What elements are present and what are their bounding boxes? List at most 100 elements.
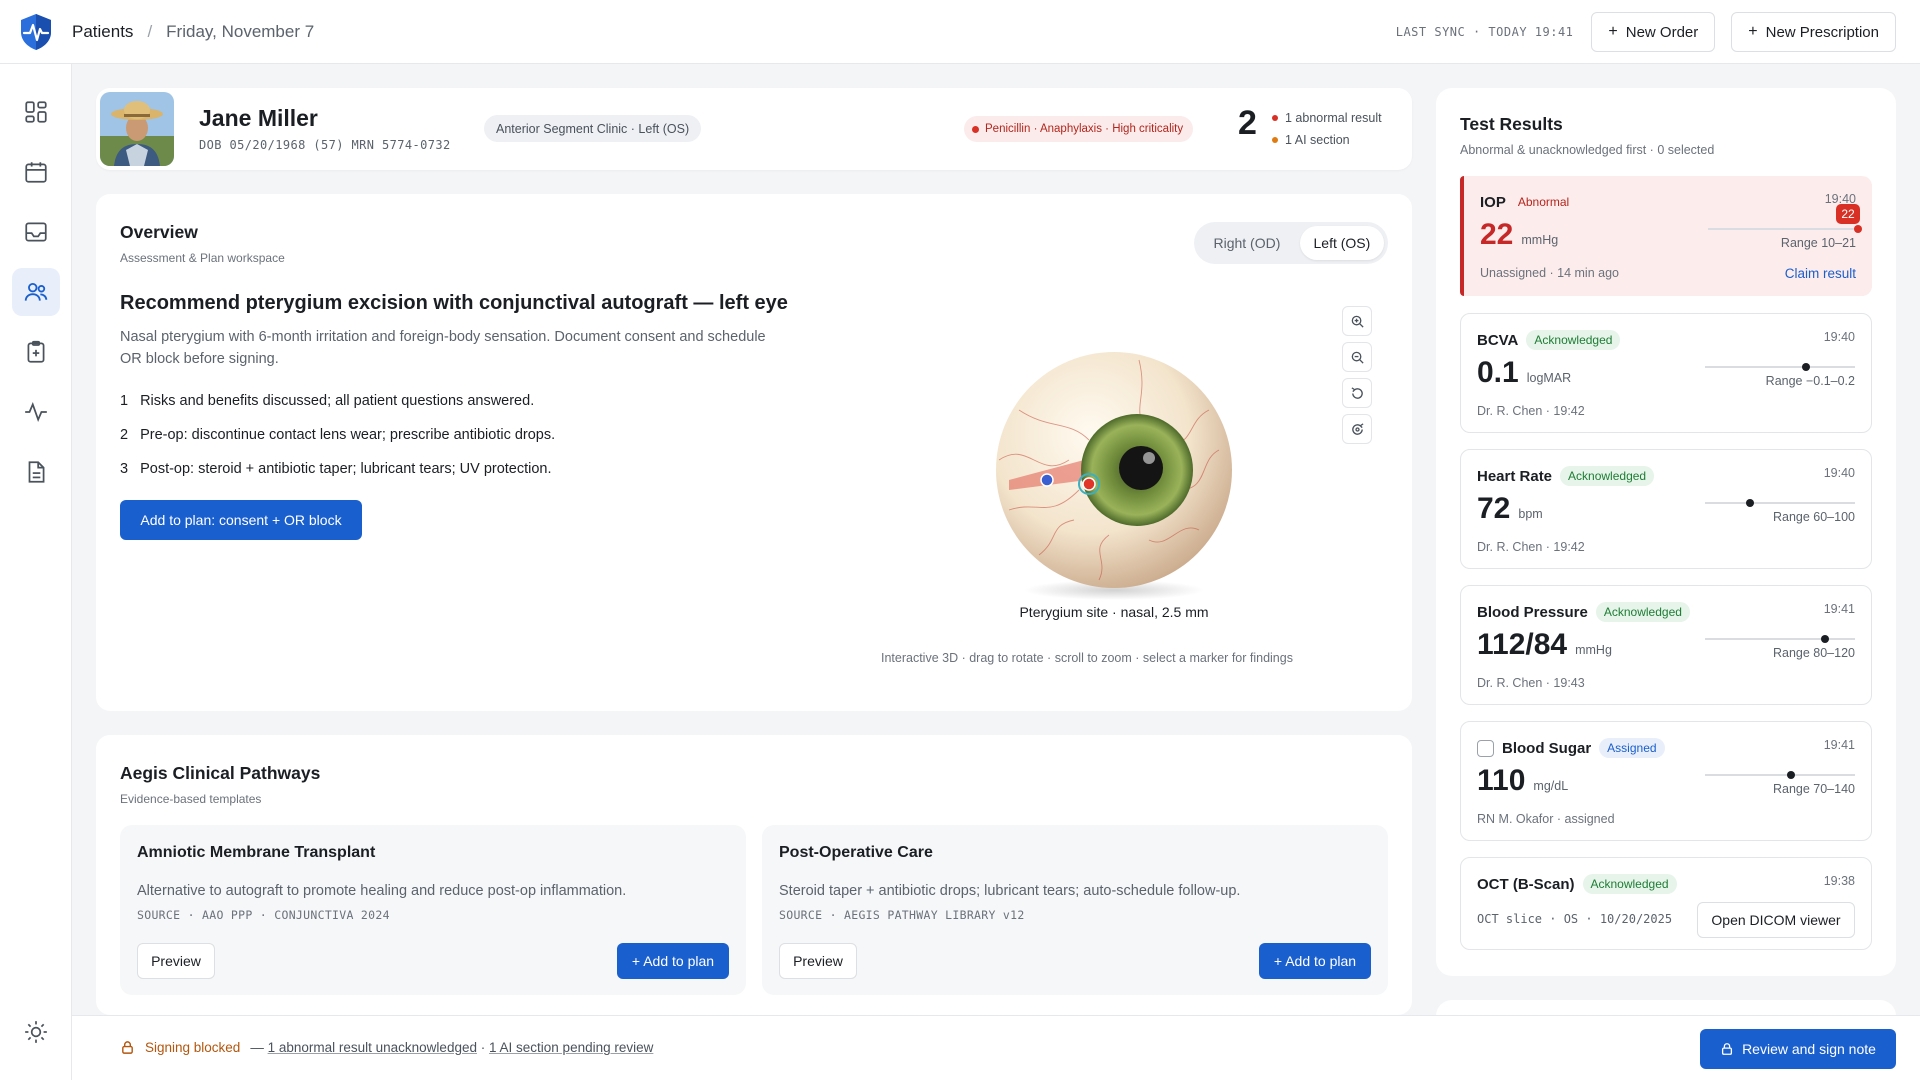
result-range: Range −0.1–0.2 [1765, 374, 1855, 388]
patient-header: Jane Miller DOB 05/20/1968 (57) MRN 5774… [96, 88, 1412, 170]
result-range: Range 70–140 [1772, 782, 1855, 796]
result-footer: Dr. R. Chen · 19:43 [1477, 676, 1585, 690]
result-name: Blood Sugar Assigned [1477, 738, 1665, 758]
sidebar-item-orders[interactable] [12, 328, 60, 376]
range-track [1705, 363, 1855, 371]
pathway-source: SOURCE · AAO PPP · CONJUNCTIVA 2024 [137, 908, 390, 922]
sidebar-item-patients[interactable] [12, 268, 60, 316]
activity-icon [25, 402, 47, 422]
result-value: 22 mmHg [1480, 218, 1558, 252]
zoom-out-button[interactable] [1342, 342, 1372, 372]
result-footer: RN M. Okafor · assigned [1477, 812, 1615, 826]
new-order-label: New Order [1625, 23, 1699, 41]
add-to-plan-button[interactable]: + Add to plan [1259, 943, 1371, 979]
result-value-number: 22 [1480, 218, 1514, 251]
value-pin: 22 [1836, 204, 1860, 224]
add-to-plan-button[interactable]: + Add to plan [617, 943, 729, 979]
range-track [1705, 635, 1855, 643]
sidebar-nav [0, 64, 72, 1080]
result-time: 19:40 [1823, 330, 1855, 344]
result-card-oct[interactable]: OCT (B-Scan) Acknowledged 19:38 OCT slic… [1460, 857, 1872, 950]
select-checkbox[interactable] [1477, 739, 1494, 757]
lock-icon [122, 1041, 133, 1054]
signing-status-bar: Signing blocked — 1 abnormal result unac… [72, 1015, 1920, 1080]
status-badge: Acknowledged [1560, 466, 1655, 486]
sidebar-item-documents[interactable] [12, 448, 60, 496]
open-dicom-viewer-button[interactable]: Open DICOM viewer [1697, 902, 1855, 938]
breadcrumb: Patients / Friday, November 7 [72, 22, 314, 42]
result-value: 110 mg/dL [1477, 764, 1568, 798]
result-name: BCVA Acknowledged [1477, 330, 1621, 350]
range-marker [1854, 225, 1862, 233]
clinic-pill: Anterior Segment Clinic · Left (OS) [484, 115, 702, 142]
app-logo-icon[interactable] [0, 0, 72, 64]
theme-toggle-button[interactable] [12, 1008, 60, 1056]
results-title: Test Results [1460, 114, 1563, 134]
sidebar-item-inbox[interactable] [12, 208, 60, 256]
result-value-number: 0.1 [1477, 356, 1519, 389]
alert-dot-icon [1272, 115, 1278, 121]
top-bar: Patients / Friday, November 7 LAST SYNC … [0, 0, 1920, 64]
result-card-heart-rate[interactable]: Heart Rate Acknowledged 19:40 72 bpm Ran… [1460, 449, 1872, 569]
step-text: Post-op: steroid + antibiotic taper; lub… [140, 461, 552, 477]
result-value-number: 112/84 [1477, 628, 1568, 661]
pathway-title: Post-Operative Care [779, 844, 933, 861]
step-text: Risks and benefits discussed; all patien… [140, 393, 535, 409]
sidebar-item-dashboard[interactable] [12, 88, 60, 136]
patient-name: Jane Miller [199, 105, 318, 131]
result-range: Range 80–120 [1772, 646, 1855, 660]
review-and-sign-button[interactable]: Review and sign note [1700, 1029, 1896, 1069]
tab-left-eye[interactable]: Left (OS) [1299, 226, 1384, 260]
plan-step: 2 Pre-op: discontinue contact lens wear; … [120, 418, 555, 452]
sidebar-item-vitals[interactable] [12, 388, 60, 436]
result-card-iop[interactable]: IOP Abnormal 19:40 22 mmHg 22 Range 10–2… [1460, 176, 1872, 296]
alert-ai: 1 AI section [1285, 133, 1350, 147]
pathway-title: Amniotic Membrane Transplant [137, 844, 376, 861]
plus-icon: + [1608, 23, 1618, 40]
add-to-plan-button[interactable]: Add to plan: consent + OR block [120, 500, 362, 540]
orbit-icon [1351, 422, 1363, 435]
claim-result-link[interactable]: Claim result [1785, 266, 1856, 281]
blocking-reasons: — 1 abnormal result unacknowledged · 1 A… [250, 1040, 653, 1055]
result-card-blood-pressure[interactable]: Blood Pressure Acknowledged 19:41 112/84… [1460, 585, 1872, 705]
breadcrumb-patients-link[interactable]: Patients [72, 22, 133, 42]
viewer-hint: Interactive 3D · drag to rotate · scroll… [881, 651, 1293, 665]
oct-meta: OCT slice · OS · 10/20/2025 [1477, 912, 1673, 926]
new-prescription-button[interactable]: + New Prescription [1731, 12, 1896, 52]
eye-side-toggle: Right (OD) Left (OS) [1194, 222, 1388, 264]
range-track [1705, 499, 1855, 507]
zoom-in-button[interactable] [1342, 306, 1372, 336]
signing-blocked-status: Signing blocked — 1 abnormal result unac… [120, 1040, 653, 1055]
pathway-source: SOURCE · AEGIS PATHWAY LIBRARY v12 [779, 908, 1025, 922]
preview-button[interactable]: Preview [779, 943, 857, 979]
new-order-button[interactable]: + New Order [1591, 12, 1716, 52]
tab-right-eye[interactable]: Right (OD) [1198, 226, 1296, 260]
ai-section-pending-link[interactable]: 1 AI section pending review [489, 1040, 653, 1055]
range-marker [1746, 499, 1754, 507]
calendar-icon [25, 162, 47, 183]
alert-summary[interactable]: 1 abnormal result 1 AI section [1272, 107, 1382, 151]
recommendation-title: Recommend pterygium excision with conjun… [120, 292, 788, 314]
pathways-title: Aegis Clinical Pathways [120, 763, 321, 783]
signing-blocked-label: Signing blocked [145, 1040, 241, 1055]
eye-3d-viewer[interactable] [979, 340, 1249, 610]
range-track [1705, 771, 1855, 779]
result-unit: logMAR [1526, 371, 1572, 385]
auto-rotate-button[interactable] [1342, 414, 1372, 444]
status-badge: Acknowledged [1582, 874, 1677, 894]
zoom-in-icon [1351, 315, 1364, 328]
pathway-card: Post-Operative Care Steroid taper + anti… [762, 825, 1388, 995]
zoom-out-icon [1351, 351, 1364, 364]
result-range: Range 60–100 [1772, 510, 1855, 524]
allergy-badge[interactable]: Penicillin · Anaphylaxis · High critical… [964, 116, 1194, 142]
sidebar-item-calendar[interactable] [12, 148, 60, 196]
unacknowledged-result-link[interactable]: 1 abnormal result unacknowledged [268, 1040, 477, 1055]
preview-button[interactable]: Preview [137, 943, 215, 979]
result-card-blood-sugar[interactable]: Blood Sugar Assigned 19:41 110 mg/dL Ran… [1460, 721, 1872, 841]
overview-card: Overview Assessment & Plan workspace Rig… [96, 194, 1412, 711]
patient-demographics: DOB 05/20/1968 (57) MRN 5774-0732 [199, 138, 451, 152]
patients-icon [24, 282, 48, 301]
reset-view-button[interactable] [1342, 378, 1372, 408]
result-name: Blood Pressure Acknowledged [1477, 602, 1690, 622]
result-card-bcva[interactable]: BCVA Acknowledged 19:40 0.1 logMAR Range… [1460, 313, 1872, 433]
